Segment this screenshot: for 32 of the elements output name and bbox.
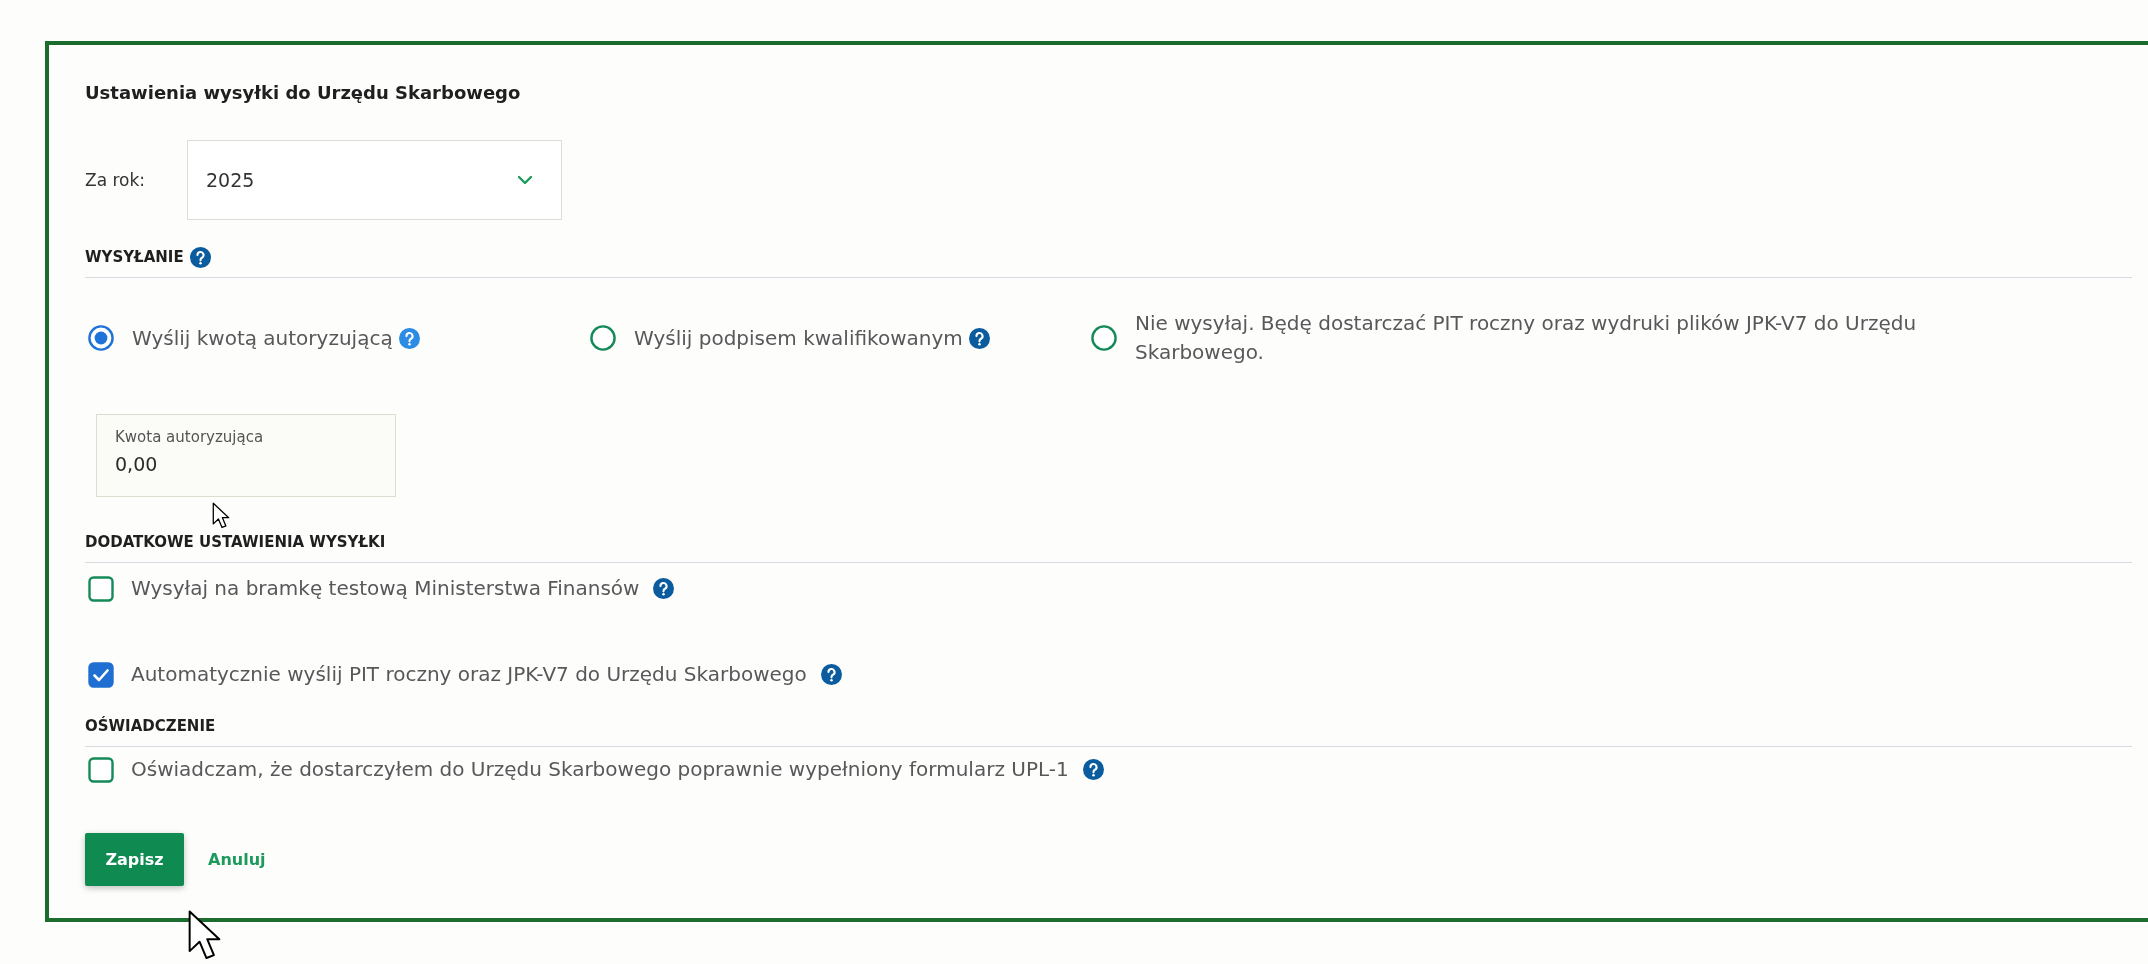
radio-button[interactable] [590, 325, 616, 351]
mouse-pointer-icon [187, 909, 222, 961]
amount-field[interactable]: Kwota autoryzująca 0,00 [96, 414, 396, 497]
help-icon[interactable] [189, 246, 211, 268]
help-icon[interactable] [968, 327, 990, 349]
chevron-down-icon [517, 175, 533, 185]
checkbox[interactable] [88, 756, 114, 783]
option-label: Wyślij kwotą autoryzującą [132, 324, 393, 352]
option-label: Automatycznie wyślij PIT roczny oraz JPK-V7 do Urzędu Skarbowego [131, 661, 807, 688]
mouse-pointer-icon [212, 502, 230, 529]
checkbox[interactable] [88, 661, 114, 688]
option-label: Wyślij podpisem kwalifikowanym [634, 324, 963, 352]
help-icon[interactable] [820, 664, 842, 685]
section-heading: WYSYŁANIE [85, 247, 184, 267]
help-icon[interactable] [653, 578, 675, 599]
option-label: Wysyłaj na bramkę testową Ministerstwa Finansów [131, 575, 640, 602]
radio-button[interactable] [88, 325, 114, 351]
field-label: Kwota autoryzująca [115, 428, 264, 447]
option-label: Oświadczam, że dostarczyłem do Urzędu Skarbowego poprawnie wypełniony formularz UPL-1 [131, 756, 1069, 783]
year-select[interactable]: 2025 [187, 140, 562, 220]
help-icon[interactable] [398, 327, 420, 349]
option-label: Nie wysyłaj. Będę dostarczać PIT roczny oraz wydruki plików JPK-V7 do Urzędu Skarbowego. [1135, 310, 1918, 366]
checkbox[interactable] [88, 575, 114, 602]
section-heading: OŚWIADCZENIE [85, 716, 216, 736]
cancel-link[interactable]: Anuluj [208, 850, 266, 869]
year-label: Za rok: [85, 170, 146, 190]
radio-button[interactable] [1091, 325, 1117, 351]
section-heading: DODATKOWE USTAWIENIA WYSYŁKI [85, 532, 386, 552]
field-value: 0,00 [115, 452, 158, 476]
help-icon[interactable] [1082, 759, 1104, 780]
submit-button[interactable]: Zapisz [85, 833, 184, 886]
form-title: Ustawienia wysyłki do Urzędu Skarbowego [85, 81, 521, 105]
